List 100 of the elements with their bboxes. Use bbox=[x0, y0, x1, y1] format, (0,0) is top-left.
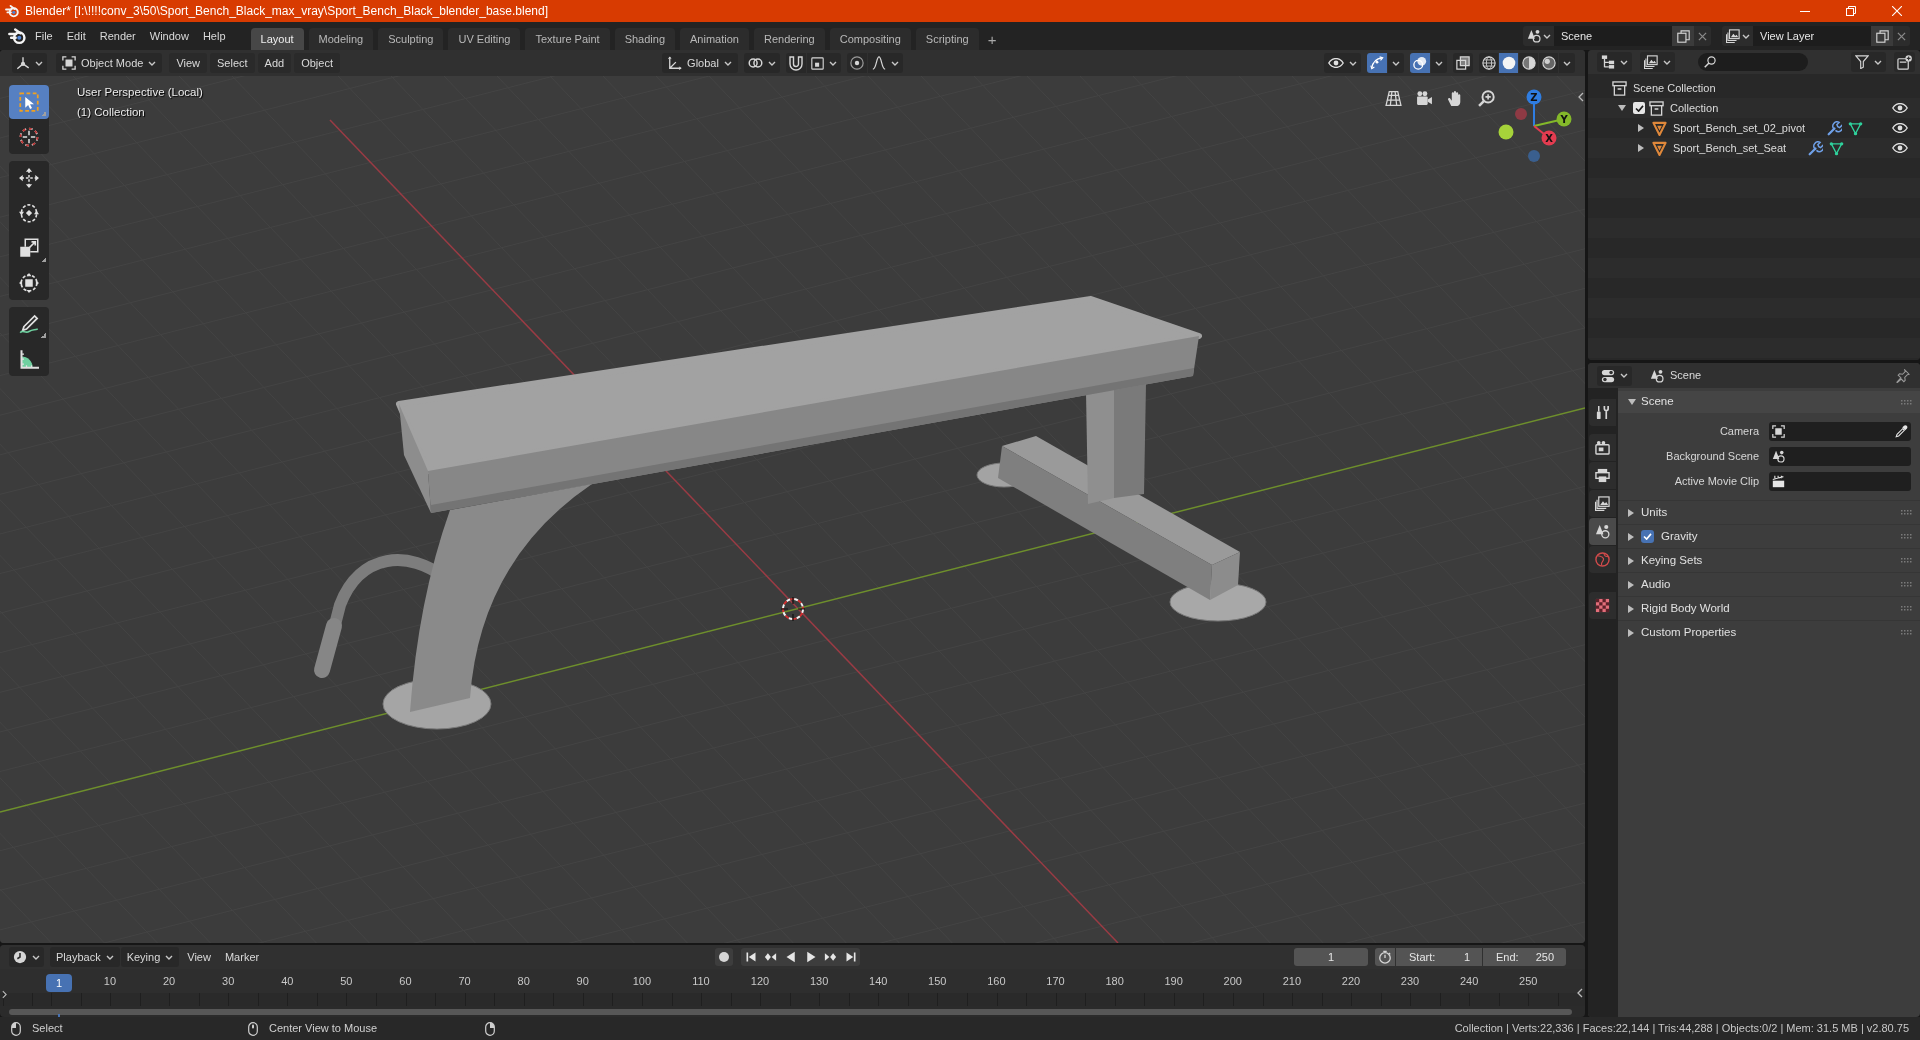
disclosure-toggle[interactable] bbox=[1638, 144, 1644, 152]
add-workspace-button[interactable]: + bbox=[983, 28, 1001, 50]
pin-button[interactable] bbox=[1896, 368, 1910, 383]
pivot-dropdown[interactable] bbox=[743, 53, 780, 73]
menu-item[interactable]: Marker bbox=[217, 947, 267, 967]
editor-type-button[interactable] bbox=[9, 947, 44, 967]
delete-scene-button[interactable] bbox=[1694, 26, 1711, 46]
wrench-icon[interactable] bbox=[1808, 140, 1824, 156]
visibility-toggle[interactable] bbox=[1892, 103, 1908, 113]
outliner-item-label[interactable]: Scene Collection bbox=[1633, 82, 1716, 94]
x-ray-toggle[interactable] bbox=[1453, 53, 1473, 73]
delete-view-layer-button[interactable] bbox=[1893, 26, 1910, 46]
end-frame-field[interactable]: End: 250 bbox=[1483, 948, 1566, 966]
chevron-left-icon[interactable] bbox=[1578, 92, 1584, 102]
workspace-tab[interactable]: Sculpting bbox=[378, 28, 444, 50]
shading-mode-button[interactable] bbox=[1499, 53, 1518, 73]
workspace-tab[interactable]: UV Editing bbox=[448, 28, 521, 50]
scene-name-field[interactable]: Scene bbox=[1554, 26, 1672, 46]
gizmo-toggle[interactable] bbox=[1367, 53, 1387, 73]
shading-mode-button[interactable] bbox=[1479, 53, 1498, 73]
menu-item[interactable]: Window bbox=[142, 26, 196, 46]
shading-dropdown[interactable] bbox=[1559, 53, 1575, 73]
workspace-tab[interactable]: Texture Paint bbox=[525, 28, 610, 50]
menu-item[interactable]: View bbox=[169, 53, 208, 73]
orientation-dropdown[interactable]: Global bbox=[662, 53, 738, 73]
proportional-edit-toggle[interactable] bbox=[846, 53, 867, 73]
workspace-tab[interactable]: Animation bbox=[680, 28, 749, 50]
current-frame-field[interactable]: 1 bbox=[1294, 948, 1368, 966]
visibility-toggle[interactable] bbox=[1892, 123, 1908, 133]
workspace-tab[interactable]: Layout bbox=[250, 28, 304, 50]
overlay-toggle[interactable] bbox=[1410, 53, 1430, 73]
menu-item[interactable]: Select bbox=[210, 53, 255, 73]
panel-header[interactable]: Audio bbox=[1618, 572, 1920, 596]
workspace-tab[interactable]: Compositing bbox=[829, 28, 911, 50]
object-field[interactable] bbox=[1769, 447, 1911, 466]
axis-handle[interactable]: Y bbox=[1556, 111, 1572, 127]
scrollbar-thumb[interactable] bbox=[9, 1008, 1572, 1015]
axis-handle[interactable] bbox=[1528, 150, 1540, 162]
chevron-right-icon[interactable] bbox=[2, 990, 7, 999]
search-field[interactable] bbox=[1698, 53, 1808, 71]
workspace-tab[interactable]: Scripting bbox=[915, 28, 979, 50]
panel-header[interactable]: Scene bbox=[1618, 391, 1920, 413]
panel-header[interactable]: Rigid Body World bbox=[1618, 596, 1920, 620]
view-layer-name-field[interactable]: View Layer bbox=[1753, 26, 1871, 46]
workspace-tab[interactable]: Modeling bbox=[308, 28, 374, 50]
visibility-toggle[interactable] bbox=[1892, 143, 1908, 153]
select-box-tool[interactable] bbox=[9, 85, 49, 119]
properties-tab[interactable] bbox=[1589, 399, 1616, 426]
shading-mode-button[interactable] bbox=[1539, 53, 1558, 73]
axis-handle[interactable]: X bbox=[1541, 130, 1557, 146]
chevron-left-icon[interactable] bbox=[1577, 988, 1583, 998]
disclosure-toggle[interactable] bbox=[1638, 124, 1644, 132]
new-collection-button[interactable] bbox=[1894, 52, 1915, 72]
outliner-item-label[interactable]: Collection bbox=[1670, 102, 1719, 114]
eyedropper-button[interactable] bbox=[1895, 425, 1908, 438]
dropdown-menu[interactable]: Keying bbox=[120, 947, 180, 967]
menu-item[interactable]: File bbox=[28, 26, 60, 46]
mode-dropdown[interactable]: Object Mode bbox=[56, 53, 163, 73]
workspace-tab[interactable]: Shading bbox=[614, 28, 676, 50]
editor-type-button[interactable] bbox=[12, 53, 47, 73]
menu-item[interactable]: Edit bbox=[59, 26, 93, 46]
properties-tab[interactable] bbox=[1589, 592, 1616, 619]
dropdown-button[interactable] bbox=[1388, 53, 1404, 73]
view-layer-browse-button[interactable] bbox=[1722, 26, 1753, 46]
axis-handle[interactable]: Z bbox=[1526, 89, 1542, 105]
preview-range-toggle[interactable] bbox=[1375, 948, 1395, 966]
menu-item[interactable]: Render bbox=[92, 26, 143, 46]
object-field[interactable] bbox=[1769, 472, 1911, 491]
start-frame-field[interactable]: Start: 1 bbox=[1396, 948, 1482, 966]
disclosure-toggle[interactable] bbox=[1618, 105, 1626, 111]
properties-tab[interactable] bbox=[1589, 462, 1616, 489]
menu-item[interactable]: View bbox=[180, 947, 218, 967]
panel-header[interactable]: Keying Sets bbox=[1618, 548, 1920, 572]
panel-header[interactable]: Units bbox=[1618, 500, 1920, 524]
new-scene-button[interactable] bbox=[1672, 26, 1694, 46]
panel-header[interactable]: Custom Properties bbox=[1618, 620, 1920, 644]
properties-tab[interactable] bbox=[1589, 490, 1616, 517]
visibility-dropdown[interactable] bbox=[1324, 53, 1361, 73]
menu-item[interactable]: Help bbox=[195, 26, 233, 46]
editor-type-button[interactable] bbox=[1597, 365, 1632, 386]
axis-handle[interactable] bbox=[1515, 108, 1527, 120]
record-button[interactable] bbox=[715, 948, 733, 966]
shading-mode-button[interactable] bbox=[1519, 53, 1538, 73]
workspace-tab[interactable]: Rendering bbox=[753, 28, 825, 50]
current-frame-indicator[interactable]: 1 bbox=[46, 974, 72, 992]
mesh-triangle-icon[interactable] bbox=[1829, 140, 1845, 156]
dropdown-button[interactable] bbox=[1431, 53, 1447, 73]
axis-handle[interactable] bbox=[1498, 124, 1514, 140]
scene-browse-button[interactable] bbox=[1523, 26, 1554, 46]
menu-item[interactable]: Add bbox=[257, 53, 292, 73]
properties-tab[interactable] bbox=[1589, 518, 1616, 545]
wrench-icon[interactable] bbox=[1827, 120, 1843, 136]
checkbox[interactable] bbox=[1641, 530, 1654, 543]
mesh-triangle-icon[interactable] bbox=[1848, 120, 1864, 136]
checkbox[interactable] bbox=[1633, 102, 1645, 114]
dropdown-menu[interactable]: Playback bbox=[50, 947, 120, 967]
outliner-item-label[interactable]: Sport_Bench_set_02_pivot bbox=[1673, 122, 1806, 134]
display-mode-dropdown[interactable] bbox=[1597, 52, 1632, 72]
filter-dropdown[interactable] bbox=[1851, 52, 1886, 72]
menu-item[interactable]: Object bbox=[294, 53, 340, 73]
